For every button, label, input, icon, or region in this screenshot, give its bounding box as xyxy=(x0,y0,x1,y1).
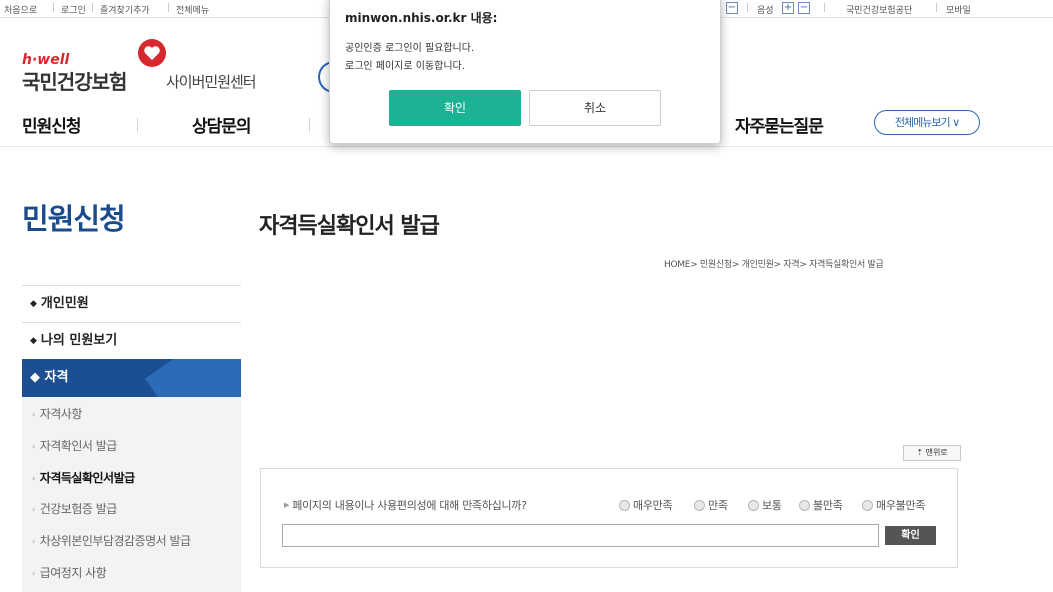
divider: | xyxy=(52,3,56,13)
survey-submit-button[interactable]: 확인 xyxy=(885,526,936,545)
submenu-item[interactable]: › 차상위본인부담경감증명서 발급 xyxy=(32,532,191,549)
top-link-login[interactable]: 로그인 xyxy=(61,3,86,16)
gnb-item-consult[interactable]: 상담문의 xyxy=(192,112,252,137)
voice-minus-button[interactable]: − xyxy=(798,2,810,14)
arrow-right-icon: › xyxy=(32,537,35,546)
arrow-right-icon: › xyxy=(32,474,35,483)
all-menu-button[interactable]: 전체메뉴보기 ∨ xyxy=(874,110,980,135)
bullet-icon: ◆ xyxy=(30,370,45,385)
top-link-bookmark[interactable]: 즐겨찾기추가 xyxy=(100,3,150,16)
submenu-item[interactable]: › 급여정지 사항 xyxy=(32,564,107,581)
survey-question-text: 페이지의 내용이나 사용편의성에 대해 만족하십니까? xyxy=(292,499,527,512)
voice-label: 음성 xyxy=(757,6,774,16)
arrow-right-icon: › xyxy=(32,442,35,451)
top-link-nhis[interactable]: 국민건강보험공단 xyxy=(846,3,912,16)
lnb-item-qualification[interactable]: ◆ 자격 xyxy=(22,359,241,397)
divider: | xyxy=(935,3,939,13)
top-link-home[interactable]: 처음으로 xyxy=(4,3,37,16)
divider xyxy=(309,118,310,132)
chevron-down-icon: ∨ xyxy=(952,116,960,129)
submenu-item[interactable]: › 건강보험증 발급 xyxy=(32,500,117,517)
dialog-message-line-1: 공인인증 로그인이 필요합니다. xyxy=(345,43,475,54)
lnb-submenu: › 자격사항 › 자격확인서 발급 › 자격득실확인서발급 › 건강보험증 발급 › 차상… xyxy=(22,397,241,592)
gnb-item-apply[interactable]: 민원신청 xyxy=(22,112,82,137)
dialog-message-line-2: 로그인 페이지로 이동합니다. xyxy=(345,61,465,72)
lnb-item-my-minwon[interactable]: ◆ 나의 민원보기 xyxy=(22,322,241,359)
voice-plus-button[interactable]: + xyxy=(782,2,794,14)
radio-button[interactable] xyxy=(694,500,705,511)
divider: | xyxy=(746,3,750,13)
arrow-up-icon: ⇡ xyxy=(916,448,926,457)
survey-option-very-unsatisfied[interactable]: 매우불만족 xyxy=(862,497,925,513)
submenu-item-active[interactable]: › 자격득실확인서발급 xyxy=(32,469,135,486)
top-link-mobile[interactable]: 모바일 xyxy=(946,3,971,16)
lnb-item-personal[interactable]: ◆ 개인민원 xyxy=(22,285,241,322)
dialog-cancel-button[interactable]: 취소 xyxy=(529,90,661,126)
arrow-right-icon: › xyxy=(32,410,35,419)
radio-button[interactable] xyxy=(748,500,759,511)
to-top-label: 맨위로 xyxy=(925,448,948,457)
breadcrumb: HOME> 민원신청> 개인민원> 자격> 자격득실확인서 발급 xyxy=(664,260,884,270)
zoom-minus-button[interactable]: − xyxy=(726,2,738,14)
bullet-icon: ◆ xyxy=(30,336,37,346)
survey-option-unsatisfied[interactable]: 불만족 xyxy=(799,497,843,513)
divider: | xyxy=(91,3,95,13)
lnb-item-label: 개인민원 xyxy=(40,296,89,311)
divider: | xyxy=(167,3,171,13)
bullet-icon: ▶ xyxy=(284,501,290,509)
gnb-item-faq[interactable]: 자주묻는질문 xyxy=(735,112,824,137)
decorative-highlight xyxy=(145,359,241,397)
lnb-title: 민원신청 xyxy=(22,202,126,236)
all-menu-label: 전체메뉴보기 xyxy=(894,116,951,129)
dialog-origin: minwon.nhis.or.kr 내용: xyxy=(345,11,498,25)
page-title: 자격득실확인서 발급 xyxy=(259,214,440,239)
radio-button[interactable] xyxy=(799,500,810,511)
submenu-item[interactable]: › 자격확인서 발급 xyxy=(32,437,117,454)
radio-button[interactable] xyxy=(619,500,630,511)
survey-question: ▶ 페이지의 내용이나 사용편의성에 대해 만족하십니까? xyxy=(284,497,527,513)
lnb-item-label: 자격 xyxy=(44,370,69,385)
divider: | xyxy=(823,3,827,13)
survey-option-neutral[interactable]: 보통 xyxy=(748,497,782,513)
logo-name[interactable]: 국민건강보험 xyxy=(22,66,127,95)
survey-option-very-satisfied[interactable]: 매우만족 xyxy=(619,497,673,513)
arrow-right-icon: › xyxy=(32,569,35,578)
survey-comment-input[interactable] xyxy=(282,524,879,547)
top-link-sitemap[interactable]: 전체메뉴 xyxy=(176,3,209,16)
logo-subtitle: 사이버민원센터 xyxy=(166,73,257,91)
radio-button[interactable] xyxy=(862,500,873,511)
arrow-right-icon: › xyxy=(32,505,35,514)
survey-panel xyxy=(260,468,958,568)
gnb-divider-line xyxy=(0,146,1053,147)
survey-option-satisfied[interactable]: 만족 xyxy=(694,497,728,513)
divider xyxy=(137,118,138,132)
to-top-button[interactable]: ⇡ 맨위로 xyxy=(903,445,961,461)
submenu-item[interactable]: › 자격사항 xyxy=(32,405,82,422)
dialog-ok-button[interactable]: 확인 xyxy=(389,90,521,126)
lnb-item-label: 나의 민원보기 xyxy=(40,333,118,348)
bullet-icon: ◆ xyxy=(30,299,37,309)
heart-logo-icon xyxy=(138,39,166,67)
